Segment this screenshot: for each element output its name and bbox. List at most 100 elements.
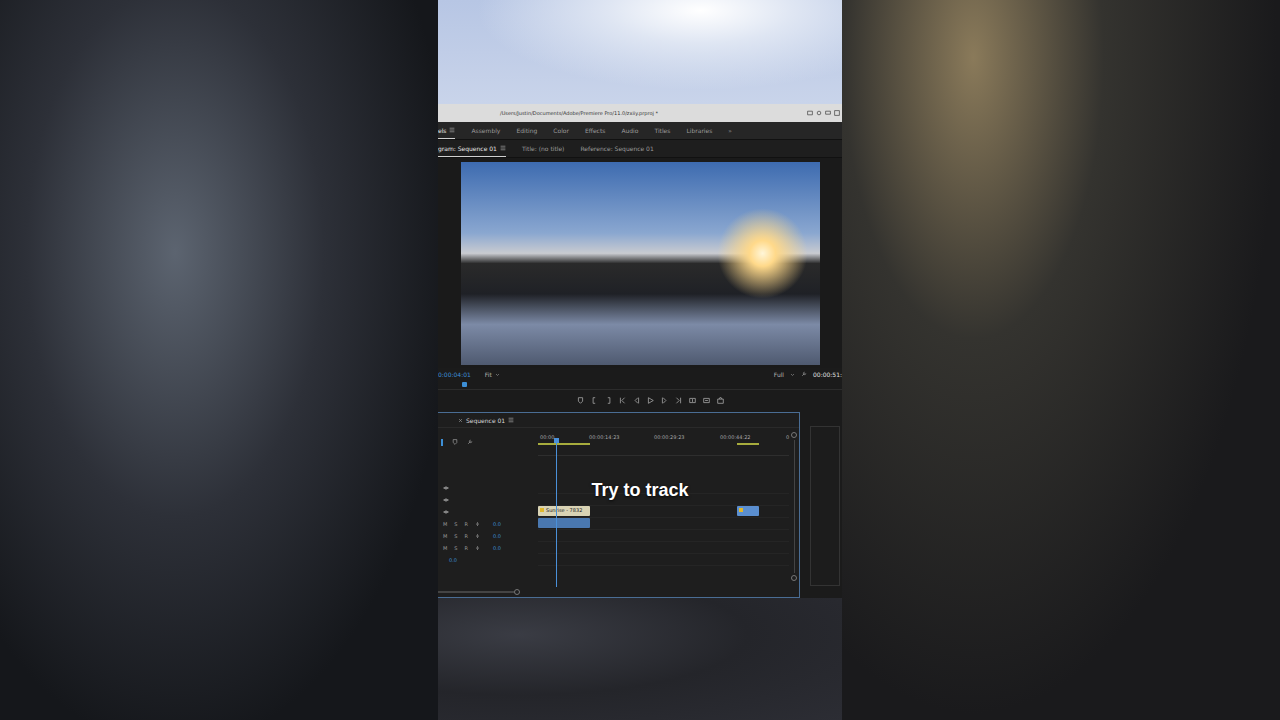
- window-title: /Users/Justin/Documents/Adobe/Premiere P…: [500, 110, 658, 116]
- timeline-tools: [438, 428, 538, 456]
- record-button[interactable]: R: [465, 533, 468, 539]
- master-volume[interactable]: 0.0: [449, 557, 457, 563]
- fx-badge: [739, 508, 743, 512]
- panel-tab[interactable]: gram: Sequence 01: [438, 140, 506, 157]
- video-frame: [461, 162, 820, 365]
- vertical-scrollbar[interactable]: [789, 428, 799, 587]
- solo-button[interactable]: S: [454, 533, 457, 539]
- timeline-area: Sequence 01MSR0.0MSR0.0MSR0.00.000:0000:…: [438, 412, 842, 598]
- track-headers: MSR0.0MSR0.0MSR0.00.0: [438, 428, 538, 587]
- marker-icon[interactable]: [452, 439, 458, 445]
- play-icon[interactable]: [647, 397, 654, 404]
- wrench-icon[interactable]: [467, 439, 473, 445]
- track-volume[interactable]: 0.0: [493, 545, 501, 551]
- workspace-tab[interactable]: els: [438, 122, 455, 139]
- record-button[interactable]: R: [465, 545, 468, 551]
- resolution-select[interactable]: Full: [774, 371, 784, 378]
- window-title-bar: /Users/Justin/Documents/Adobe/Premiere P…: [438, 104, 842, 122]
- solo-button[interactable]: S: [454, 545, 457, 551]
- microphone-icon[interactable]: [475, 521, 480, 527]
- step-forward-icon[interactable]: [661, 397, 668, 404]
- chevron-down-icon[interactable]: [495, 372, 500, 377]
- workspace-tab[interactable]: Editing: [516, 122, 537, 139]
- track-volume[interactable]: 0.0: [493, 533, 501, 539]
- display-status-icon[interactable]: [825, 110, 831, 116]
- clip-range-bar: [538, 443, 590, 445]
- current-timecode[interactable]: 0:00:04:01: [438, 371, 471, 378]
- insert-icon[interactable]: [689, 397, 696, 404]
- workspace-tab[interactable]: Audio: [621, 122, 638, 139]
- time-ruler[interactable]: 00:0000:00:14:2300:00:29:2300:00:44:220: [538, 428, 789, 456]
- duration-timecode: 00:00:51:: [813, 371, 842, 378]
- export-frame-icon[interactable]: [717, 397, 724, 404]
- workspace-tab[interactable]: Color: [553, 122, 569, 139]
- monitor-tabs: gram: Sequence 01 Title: (no title) Refere…: [438, 140, 842, 158]
- timeline-clip[interactable]: [538, 518, 590, 528]
- horizontal-scrollbar[interactable]: [438, 587, 799, 597]
- solo-button[interactable]: S: [454, 521, 457, 527]
- timeline-canvas[interactable]: 00:0000:00:14:2300:00:29:2300:00:44:220S…: [538, 428, 789, 587]
- ruler-label: 00:00:29:23: [654, 434, 720, 440]
- workspace-tab[interactable]: Assembly: [471, 122, 500, 139]
- ruler-label: 00:00: [540, 434, 589, 440]
- video-lane[interactable]: Sunrise - 7832: [538, 506, 789, 518]
- ruler-label: 00:00:44:22: [720, 434, 786, 440]
- workspace-tab[interactable]: Titles: [654, 122, 670, 139]
- playhead[interactable]: [556, 442, 557, 587]
- timeline-clip[interactable]: [737, 506, 759, 516]
- chevron-down-icon[interactable]: [790, 372, 795, 377]
- marker-icon[interactable]: [577, 397, 584, 404]
- play-status-icon[interactable]: [807, 110, 813, 116]
- master-lane: [538, 554, 789, 566]
- panel-tab[interactable]: Reference: Sequence 01: [580, 140, 653, 157]
- snap-marker: [441, 439, 443, 446]
- panel-menu-icon[interactable]: [508, 417, 514, 423]
- fx-badge: [540, 508, 544, 512]
- timeline-tab[interactable]: Sequence 01: [438, 413, 799, 428]
- audio-lane[interactable]: [538, 518, 789, 530]
- window-status-icon[interactable]: [834, 110, 840, 116]
- mute-button[interactable]: M: [443, 533, 447, 539]
- clip-range-bar: [737, 443, 759, 445]
- mark-in-icon[interactable]: [591, 397, 598, 404]
- blurred-background: [842, 0, 1280, 720]
- close-icon[interactable]: [458, 418, 463, 423]
- timeline-body: MSR0.0MSR0.0MSR0.00.000:0000:00:14:2300:…: [438, 428, 799, 587]
- mute-button[interactable]: M: [443, 521, 447, 527]
- panel-tab[interactable]: Title: (no title): [522, 140, 565, 157]
- workspace-tab[interactable]: »: [728, 122, 732, 139]
- mark-out-icon[interactable]: [605, 397, 612, 404]
- panel-menu-icon[interactable]: [449, 127, 455, 133]
- eye-icon[interactable]: [443, 497, 449, 503]
- panel-menu-icon[interactable]: [500, 145, 506, 151]
- blurred-sky: [438, 0, 842, 104]
- step-back-icon[interactable]: [633, 397, 640, 404]
- wrench-icon[interactable]: [801, 371, 807, 377]
- eye-icon[interactable]: [443, 509, 449, 515]
- audio-lane[interactable]: [538, 542, 789, 554]
- go-to-in-icon[interactable]: [619, 397, 626, 404]
- workspace-tab[interactable]: Libraries: [686, 122, 712, 139]
- zoom-select[interactable]: Fit: [485, 371, 492, 378]
- eye-icon[interactable]: [443, 485, 449, 491]
- track-volume[interactable]: 0.0: [493, 521, 501, 527]
- camera-status-icon[interactable]: [816, 110, 822, 116]
- microphone-icon[interactable]: [475, 533, 480, 539]
- audio-meter-panel: [810, 426, 840, 586]
- timeline-panel: Sequence 01MSR0.0MSR0.0MSR0.00.000:0000:…: [438, 412, 800, 598]
- monitor-scrubber[interactable]: [438, 380, 842, 390]
- transport-controls: [438, 390, 842, 410]
- timeline-clip[interactable]: Sunrise - 7832: [538, 506, 590, 516]
- audio-lane[interactable]: [538, 530, 789, 542]
- short-video: /Users/Justin/Documents/Adobe/Premiere P…: [438, 0, 842, 720]
- record-button[interactable]: R: [465, 521, 468, 527]
- scrubber-playhead[interactable]: [462, 382, 467, 387]
- audio-track-header: M S R 0.0: [438, 530, 538, 542]
- go-to-out-icon[interactable]: [675, 397, 682, 404]
- video-track-header: [438, 506, 538, 518]
- mute-button[interactable]: M: [443, 545, 447, 551]
- overwrite-icon[interactable]: [703, 397, 710, 404]
- audio-track-header: M S R 0.0: [438, 542, 538, 554]
- workspace-tab[interactable]: Effects: [585, 122, 605, 139]
- microphone-icon[interactable]: [475, 545, 480, 551]
